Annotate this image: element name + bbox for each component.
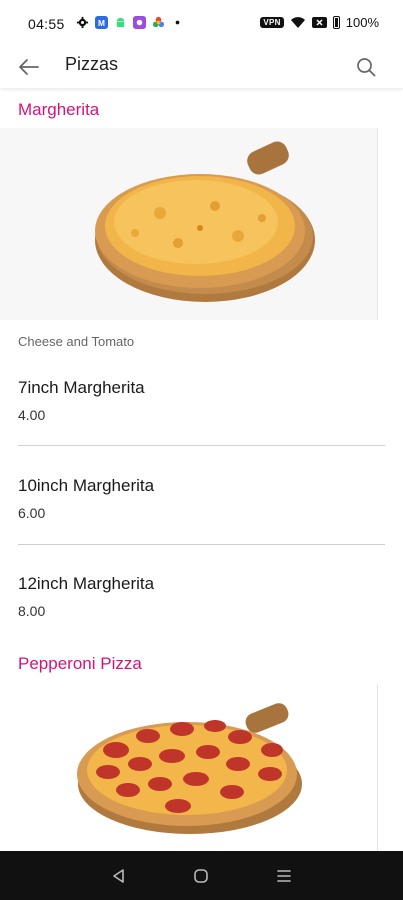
android-icon [116, 17, 125, 28]
search-icon [357, 58, 376, 77]
item-name: 7inch Margherita [18, 378, 145, 397]
arrow-left-icon [19, 59, 39, 75]
app-notification-icon [133, 16, 146, 29]
status-right-icons: VPN 100% [260, 15, 379, 30]
item-name: 12inch Margherita [18, 574, 155, 593]
svg-text:M: M [98, 18, 105, 28]
section-title-pepperoni: Pepperoni Pizza [18, 654, 142, 673]
more-dot-icon [175, 20, 180, 25]
item-name: 10inch Margherita [18, 476, 155, 495]
page-title: Pizzas [65, 54, 119, 74]
battery-percent: 100% [345, 15, 379, 30]
section-title-margherita: Margherita [18, 100, 100, 119]
system-nav-bar [0, 851, 403, 900]
notification-icons: M [76, 16, 184, 29]
item-price: 4.00 [18, 407, 46, 423]
item-price: 8.00 [18, 603, 46, 619]
wifi-icon [290, 17, 305, 28]
photos-icon [152, 16, 165, 28]
triangle-back-icon [113, 868, 124, 883]
pepperoni-image[interactable] [0, 684, 377, 851]
search-button[interactable] [351, 52, 381, 82]
menu-lines-icon [277, 869, 291, 882]
item-divider [18, 544, 385, 545]
margherita-image[interactable] [0, 128, 377, 320]
item-price: 6.00 [18, 505, 46, 521]
nav-back-button[interactable] [107, 864, 131, 888]
vpn-badge: VPN [260, 17, 284, 28]
status-bar: 04:55 M VPN 100% [0, 0, 403, 46]
section-description: Cheese and Tomato [18, 334, 135, 349]
item-divider [18, 445, 385, 446]
back-button[interactable] [14, 52, 44, 82]
menu-item-10inch-margherita[interactable]: 10inch Margherita 6.00 [18, 476, 385, 521]
nav-recents-button[interactable] [272, 864, 296, 888]
battery-icon [332, 16, 340, 29]
app-bar: Pizzas [0, 46, 403, 88]
settings-gear-icon [76, 16, 89, 29]
nav-home-button[interactable] [189, 864, 213, 888]
carousel-edge [377, 684, 378, 851]
menu-item-12inch-margherita[interactable]: 12inch Margherita 8.00 [18, 574, 385, 619]
pepperoni-pizza-picture [0, 684, 377, 851]
menu-item-7inch-margherita[interactable]: 7inch Margherita 4.00 [18, 378, 385, 423]
status-time: 04:55 [28, 16, 65, 32]
no-signal-icon [311, 17, 327, 28]
home-square-icon [194, 868, 209, 883]
carousel-edge [377, 128, 378, 320]
messenger-app-icon: M [95, 16, 108, 29]
margherita-pizza-picture [0, 128, 377, 320]
